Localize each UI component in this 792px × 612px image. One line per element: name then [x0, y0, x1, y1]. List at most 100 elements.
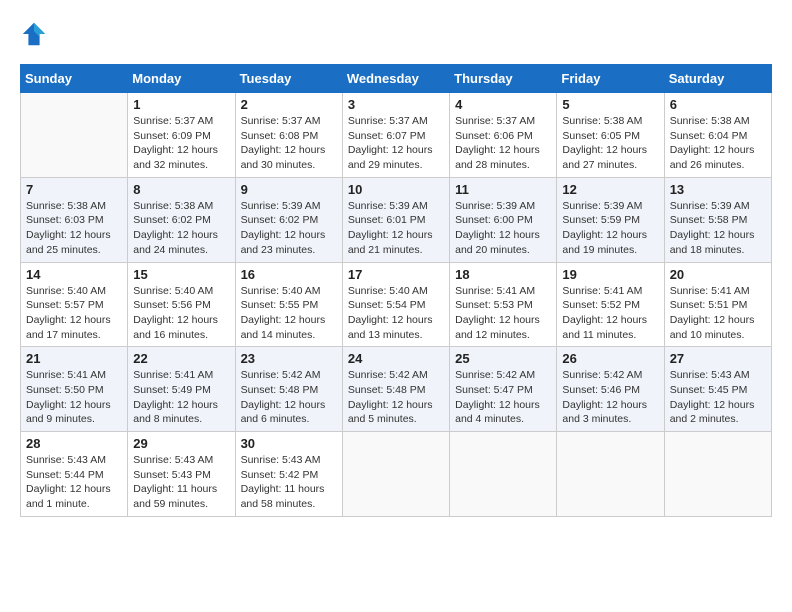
calendar-cell: 26 Sunrise: 5:42 AM Sunset: 5:46 PM Dayli…	[557, 347, 664, 432]
calendar-cell: 11Sunrise: 5:39 AM Sunset: 6:00 PM Dayli…	[450, 177, 557, 262]
day-number: 6	[670, 97, 766, 112]
calendar-cell	[342, 432, 449, 517]
day-number: 25	[455, 351, 551, 366]
weekday-header-thursday: Thursday	[450, 65, 557, 93]
weekday-header-monday: Monday	[128, 65, 235, 93]
calendar: SundayMondayTuesdayWednesdayThursdayFrid…	[20, 64, 772, 517]
day-number: 21	[26, 351, 122, 366]
day-number: 4	[455, 97, 551, 112]
day-info: Sunrise: 5:41 AM Sunset: 5:53 PM Dayligh…	[455, 284, 551, 343]
calendar-cell	[664, 432, 771, 517]
calendar-cell: 9 Sunrise: 5:39 AM Sunset: 6:02 PM Daylig…	[235, 177, 342, 262]
calendar-cell: 8 Sunrise: 5:38 AM Sunset: 6:02 PM Daylig…	[128, 177, 235, 262]
calendar-cell: 28 Sunrise: 5:43 AM Sunset: 5:44 PM Dayli…	[21, 432, 128, 517]
day-number: 23	[241, 351, 337, 366]
calendar-cell: 20Sunrise: 5:41 AM Sunset: 5:51 PM Dayli…	[664, 262, 771, 347]
weekday-header-sunday: Sunday	[21, 65, 128, 93]
day-info: Sunrise: 5:37 AM Sunset: 6:06 PM Dayligh…	[455, 114, 551, 173]
day-info: Sunrise: 5:43 AM Sunset: 5:44 PM Dayligh…	[26, 453, 122, 512]
day-number: 27	[670, 351, 766, 366]
day-number: 17	[348, 267, 444, 282]
day-number: 2	[241, 97, 337, 112]
calendar-cell: 17 Sunrise: 5:40 AM Sunset: 5:54 PM Dayli…	[342, 262, 449, 347]
weekday-header-saturday: Saturday	[664, 65, 771, 93]
day-number: 29	[133, 436, 229, 451]
day-info: Sunrise: 5:39 AM Sunset: 5:58 PM Dayligh…	[670, 199, 766, 258]
day-info: Sunrise: 5:43 AM Sunset: 5:42 PM Dayligh…	[241, 453, 337, 512]
day-number: 3	[348, 97, 444, 112]
calendar-cell: 4 Sunrise: 5:37 AM Sunset: 6:06 PM Daylig…	[450, 93, 557, 178]
day-number: 18	[455, 267, 551, 282]
calendar-cell: 24Sunrise: 5:42 AM Sunset: 5:48 PM Dayli…	[342, 347, 449, 432]
day-number: 22	[133, 351, 229, 366]
day-number: 16	[241, 267, 337, 282]
day-number: 30	[241, 436, 337, 451]
day-info: Sunrise: 5:38 AM Sunset: 6:04 PM Dayligh…	[670, 114, 766, 173]
weekday-header-tuesday: Tuesday	[235, 65, 342, 93]
calendar-cell: 23 Sunrise: 5:42 AM Sunset: 5:48 PM Dayli…	[235, 347, 342, 432]
day-info: Sunrise: 5:41 AM Sunset: 5:50 PM Dayligh…	[26, 368, 122, 427]
day-info: Sunrise: 5:37 AM Sunset: 6:07 PM Dayligh…	[348, 114, 444, 173]
day-info: Sunrise: 5:42 AM Sunset: 5:46 PM Dayligh…	[562, 368, 658, 427]
week-row-3: 14 Sunrise: 5:40 AM Sunset: 5:57 PM Dayli…	[21, 262, 772, 347]
weekday-header-friday: Friday	[557, 65, 664, 93]
day-number: 9	[241, 182, 337, 197]
day-number: 19	[562, 267, 658, 282]
day-info: Sunrise: 5:40 AM Sunset: 5:55 PM Dayligh…	[241, 284, 337, 343]
day-info: Sunrise: 5:43 AM Sunset: 5:43 PM Dayligh…	[133, 453, 229, 512]
calendar-cell: 16 Sunrise: 5:40 AM Sunset: 5:55 PM Dayli…	[235, 262, 342, 347]
day-info: Sunrise: 5:40 AM Sunset: 5:54 PM Dayligh…	[348, 284, 444, 343]
day-number: 11	[455, 182, 551, 197]
calendar-cell: 2 Sunrise: 5:37 AM Sunset: 6:08 PM Daylig…	[235, 93, 342, 178]
day-info: Sunrise: 5:38 AM Sunset: 6:02 PM Dayligh…	[133, 199, 229, 258]
calendar-cell	[557, 432, 664, 517]
calendar-cell: 3 Sunrise: 5:37 AM Sunset: 6:07 PM Daylig…	[342, 93, 449, 178]
day-number: 5	[562, 97, 658, 112]
day-info: Sunrise: 5:41 AM Sunset: 5:52 PM Dayligh…	[562, 284, 658, 343]
calendar-cell: 19 Sunrise: 5:41 AM Sunset: 5:52 PM Dayli…	[557, 262, 664, 347]
day-number: 12	[562, 182, 658, 197]
weekday-header-wednesday: Wednesday	[342, 65, 449, 93]
logo	[20, 20, 52, 48]
calendar-cell	[21, 93, 128, 178]
day-number: 10	[348, 182, 444, 197]
day-number: 13	[670, 182, 766, 197]
calendar-cell: 30 Sunrise: 5:43 AM Sunset: 5:42 PM Dayli…	[235, 432, 342, 517]
day-number: 8	[133, 182, 229, 197]
day-number: 7	[26, 182, 122, 197]
day-number: 14	[26, 267, 122, 282]
calendar-cell	[450, 432, 557, 517]
calendar-cell: 5Sunrise: 5:38 AM Sunset: 6:05 PM Daylig…	[557, 93, 664, 178]
calendar-cell: 10 Sunrise: 5:39 AM Sunset: 6:01 PM Dayli…	[342, 177, 449, 262]
day-info: Sunrise: 5:37 AM Sunset: 6:08 PM Dayligh…	[241, 114, 337, 173]
day-info: Sunrise: 5:40 AM Sunset: 5:57 PM Dayligh…	[26, 284, 122, 343]
logo-icon	[20, 20, 48, 48]
day-info: Sunrise: 5:41 AM Sunset: 5:49 PM Dayligh…	[133, 368, 229, 427]
day-number: 26	[562, 351, 658, 366]
calendar-cell: 15 Sunrise: 5:40 AM Sunset: 5:56 PM Dayli…	[128, 262, 235, 347]
day-info: Sunrise: 5:43 AM Sunset: 5:45 PM Dayligh…	[670, 368, 766, 427]
calendar-cell: 13 Sunrise: 5:39 AM Sunset: 5:58 PM Dayli…	[664, 177, 771, 262]
calendar-cell: 21 Sunrise: 5:41 AM Sunset: 5:50 PM Dayli…	[21, 347, 128, 432]
day-info: Sunrise: 5:38 AM Sunset: 6:03 PM Dayligh…	[26, 199, 122, 258]
week-row-2: 7 Sunrise: 5:38 AM Sunset: 6:03 PM Daylig…	[21, 177, 772, 262]
calendar-cell: 6 Sunrise: 5:38 AM Sunset: 6:04 PM Daylig…	[664, 93, 771, 178]
day-info: Sunrise: 5:37 AM Sunset: 6:09 PM Dayligh…	[133, 114, 229, 173]
day-info: Sunrise: 5:42 AM Sunset: 5:47 PM Dayligh…	[455, 368, 551, 427]
day-info: Sunrise: 5:39 AM Sunset: 5:59 PM Dayligh…	[562, 199, 658, 258]
week-row-1: 1Sunrise: 5:37 AM Sunset: 6:09 PM Daylig…	[21, 93, 772, 178]
day-info: Sunrise: 5:39 AM Sunset: 6:02 PM Dayligh…	[241, 199, 337, 258]
week-row-5: 28 Sunrise: 5:43 AM Sunset: 5:44 PM Dayli…	[21, 432, 772, 517]
week-row-4: 21 Sunrise: 5:41 AM Sunset: 5:50 PM Dayli…	[21, 347, 772, 432]
day-info: Sunrise: 5:42 AM Sunset: 5:48 PM Dayligh…	[241, 368, 337, 427]
day-info: Sunrise: 5:40 AM Sunset: 5:56 PM Dayligh…	[133, 284, 229, 343]
day-number: 24	[348, 351, 444, 366]
calendar-cell: 12 Sunrise: 5:39 AM Sunset: 5:59 PM Dayli…	[557, 177, 664, 262]
day-number: 28	[26, 436, 122, 451]
weekday-header-row: SundayMondayTuesdayWednesdayThursdayFrid…	[21, 65, 772, 93]
page-header	[20, 20, 772, 48]
calendar-cell: 25 Sunrise: 5:42 AM Sunset: 5:47 PM Dayli…	[450, 347, 557, 432]
calendar-cell: 22 Sunrise: 5:41 AM Sunset: 5:49 PM Dayli…	[128, 347, 235, 432]
day-info: Sunrise: 5:39 AM Sunset: 6:01 PM Dayligh…	[348, 199, 444, 258]
day-number: 15	[133, 267, 229, 282]
